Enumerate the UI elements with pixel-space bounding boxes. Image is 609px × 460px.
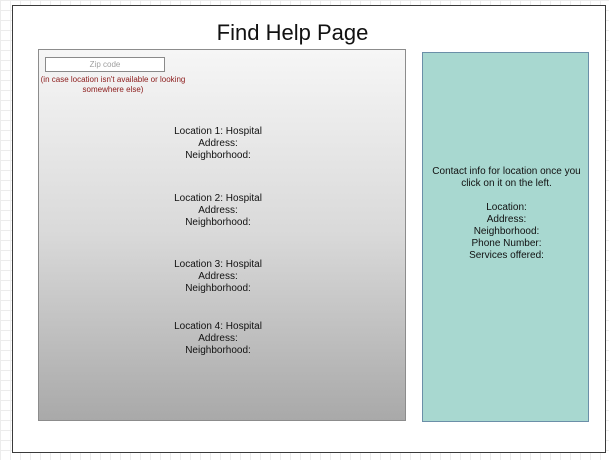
contact-address-label: Address: bbox=[486, 214, 527, 225]
location-address-label: Address: bbox=[198, 138, 238, 149]
contact-info-intro: Contact info for location once you click… bbox=[432, 166, 581, 189]
zip-code-input[interactable] bbox=[45, 57, 165, 72]
location-title: Location 4: Hospital bbox=[174, 321, 262, 332]
location-address-label: Address: bbox=[198, 271, 238, 282]
locations-panel bbox=[38, 49, 406, 421]
location-address-label: Address: bbox=[198, 205, 238, 216]
location-item-2[interactable]: Location 2: Hospital Address: Neighborho… bbox=[118, 193, 318, 229]
page-title: Find Help Page bbox=[216, 20, 369, 45]
location-neighborhood-label: Neighborhood: bbox=[185, 150, 251, 161]
contact-location-label: Location: bbox=[486, 202, 527, 213]
location-item-3[interactable]: Location 3: Hospital Address: Neighborho… bbox=[118, 259, 318, 295]
location-title: Location 3: Hospital bbox=[174, 259, 262, 270]
location-item-1[interactable]: Location 1: Hospital Address: Neighborho… bbox=[118, 126, 318, 162]
contact-neighborhood-label: Neighborhood: bbox=[473, 226, 540, 237]
location-title: Location 2: Hospital bbox=[174, 193, 262, 204]
contact-info-fields: Location: Address: Neighborhood: Phone N… bbox=[423, 202, 590, 262]
contact-phone-label: Phone Number: bbox=[471, 238, 542, 249]
location-neighborhood-label: Neighborhood: bbox=[185, 217, 251, 228]
location-address-label: Address: bbox=[198, 333, 238, 344]
zip-code-note: (in case location isn't available or loo… bbox=[40, 75, 186, 94]
location-neighborhood-label: Neighborhood: bbox=[185, 283, 251, 294]
contact-services-label: Services offered: bbox=[469, 250, 544, 261]
location-item-4[interactable]: Location 4: Hospital Address: Neighborho… bbox=[118, 321, 318, 357]
location-neighborhood-label: Neighborhood: bbox=[185, 345, 251, 356]
location-title: Location 1: Hospital bbox=[174, 126, 262, 137]
